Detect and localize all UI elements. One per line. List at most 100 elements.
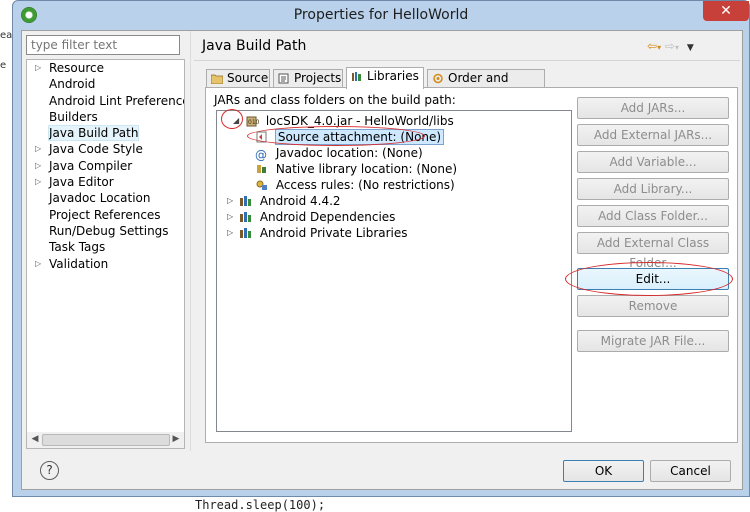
expand-arrow-icon[interactable]: ▷ [35,256,41,272]
tree-item-label: Project References [49,207,161,222]
tree-item-label: Java Compiler [49,158,133,173]
expand-arrow-icon[interactable]: ▷ [35,141,41,157]
forward-arrow-icon[interactable]: ⇨ [665,39,675,53]
tab-libraries[interactable]: Libraries [346,67,424,89]
add-jars-button[interactable]: Add JARs... [577,97,729,119]
tree-item-label: Validation [49,256,109,271]
migrate-jar-button[interactable]: Migrate JAR File... [577,330,729,352]
projects-icon [278,73,289,84]
tree-item-label: Java Build Path [47,125,140,142]
tree-item-label: Android Lint Preferences [49,93,185,108]
tree-item-label: Java Editor [49,175,114,190]
native-library-label: Native library location: (None) [275,162,458,176]
tab-projects[interactable]: Projects [273,69,343,88]
tree-row-source-attachment[interactable]: Source attachment: (None) [255,129,445,145]
tree-row-access-rules[interactable]: Access rules: (No restrictions) [255,177,455,193]
add-library-button[interactable]: Add Library... [577,178,729,200]
annotation-circle-expander [221,109,243,129]
tab-order-and-export[interactable]: Order and Export [427,69,545,102]
ok-button[interactable]: OK [563,460,644,482]
javadoc-label: Javadoc location: (None) [275,146,423,160]
source-folder-icon [211,74,223,84]
tree-item[interactable]: ▷ Java Editor [27,174,184,190]
source-attachment-label: Source attachment: (None) [274,129,445,145]
background-text: e [0,60,7,71]
back-arrow-icon[interactable]: ⇦ [647,39,657,53]
tree-item-label: Run/Debug Settings [49,223,169,238]
scroll-left-icon[interactable]: ◀ [29,434,41,444]
tree-item-label: Resource [49,61,105,75]
tree-item[interactable]: Android Lint Preferences [27,93,184,109]
close-button[interactable]: ✕ [703,1,749,21]
tree-item[interactable]: ▷ Validation [27,256,184,272]
collapse-arrow-icon[interactable]: ◢ [233,113,239,129]
filter-input[interactable] [26,35,180,55]
source-attachment-icon [256,131,267,143]
cancel-button[interactable]: Cancel [650,460,731,482]
property-page-tree: ▷ Resource Android Android Lint Preferences… [26,59,185,448]
expand-arrow-icon[interactable]: ▷ [227,225,233,241]
expand-arrow-icon[interactable]: ▷ [35,174,41,190]
tree-item[interactable]: Run/Debug Settings [27,223,184,239]
libraries-panel: JARs and class folders on the build path… [205,87,738,443]
access-rules-icon [256,180,267,190]
forward-dropdown-icon[interactable]: ▾ [675,43,679,52]
jar-label: locSDK_4.0.jar - HelloWorld/libs [265,114,454,128]
libraries-description: JARs and class folders on the build path… [214,93,456,107]
tree-row-jar[interactable]: ◢ 010 locSDK_4.0.jar - HelloWorld/libs [233,113,454,129]
tree-item-label: Java Code Style [49,142,143,157]
tree-item-label: Task Tags [49,240,106,255]
title-bar[interactable]: Properties for HelloWorld ✕ [13,1,749,29]
view-menu-icon[interactable]: ▼ [687,43,694,53]
help-button[interactable]: ? [40,461,59,480]
build-path-entries-tree[interactable]: ◢ 010 locSDK_4.0.jar - HelloWorld/libs S… [216,109,572,432]
tree-item[interactable]: Task Tags [27,239,184,255]
tree-item-label: Builders [49,109,98,124]
tree-item-label: Javadoc Location [49,191,151,206]
add-variable-button[interactable]: Add Variable... [577,151,729,173]
expand-arrow-icon[interactable]: ▷ [227,193,233,209]
container-label: Android Dependencies [259,210,396,224]
add-class-folder-button[interactable]: Add Class Folder... [577,205,729,227]
tree-item[interactable]: Builders [27,109,184,125]
order-export-icon [433,73,443,84]
tree-item[interactable]: Javadoc Location [27,190,184,206]
edit-button[interactable]: Edit... [577,268,729,290]
tree-item[interactable]: Java Build Path [27,125,184,142]
tree-row-android-dependencies[interactable]: ▷ Android Dependencies [227,209,396,225]
tree-item[interactable]: Project References [27,207,184,223]
svg-text:010: 010 [248,119,259,126]
page-title: Java Build Path [202,38,307,54]
tab-label: Source [227,71,269,85]
tree-item[interactable]: ▷ Resource [27,60,184,76]
tab-label: Projects [294,71,342,85]
tree-row-android-442[interactable]: ▷ Android 4.4.2 [227,193,341,209]
scroll-thumb[interactable] [42,434,170,446]
properties-dialog: Properties for HelloWorld ✕ ▷ Resource And… [12,0,750,497]
back-dropdown-icon[interactable]: ▾ [657,43,661,52]
tree-item[interactable]: ▷ Java Compiler [27,158,184,174]
tab-source[interactable]: Source [206,69,270,88]
add-external-class-folder-button[interactable]: Add External Class Folder... [577,232,729,270]
horizontal-scrollbar[interactable]: ◀ ▶ [26,432,185,449]
jar-icon: 010 [246,116,259,127]
tab-label: Libraries [367,69,419,83]
library-container-icon [240,228,251,238]
expand-arrow-icon[interactable]: ▷ [227,209,233,225]
add-external-jars-button[interactable]: Add External JARs... [577,124,729,146]
remove-button[interactable]: Remove [577,295,729,317]
tree-row-android-private-libraries[interactable]: ▷ Android Private Libraries [227,225,408,241]
expand-arrow-icon[interactable]: ▷ [35,60,41,76]
background-code-line: Thread.sleep(100); [195,498,326,512]
expand-arrow-icon[interactable]: ▷ [35,158,41,174]
tree-row-javadoc[interactable]: @ Javadoc location: (None) [255,145,423,162]
scroll-right-icon[interactable]: ▶ [170,434,182,444]
sash-divider[interactable] [190,31,191,451]
tree-item[interactable]: ▷ Java Code Style [27,141,184,157]
tree-row-native-library[interactable]: Native library location: (None) [255,161,457,177]
javadoc-at-icon: @ [255,148,267,162]
container-label: Android Private Libraries [259,226,408,240]
window-title: Properties for HelloWorld [293,7,469,23]
tree-item[interactable]: Android [27,76,184,92]
container-label: Android 4.4.2 [259,194,341,208]
